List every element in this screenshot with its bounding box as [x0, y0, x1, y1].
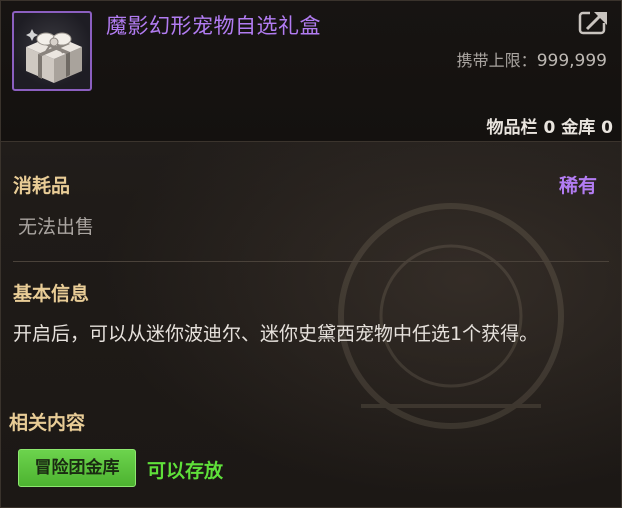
inventory-label: 物品栏	[486, 118, 538, 138]
background-decoration	[338, 203, 564, 429]
gift-box-icon	[12, 11, 92, 91]
share-icon[interactable]	[578, 9, 610, 35]
bank-count: 0	[601, 118, 613, 138]
storable-note: 可以存放	[147, 460, 224, 482]
rarity-label: 稀有	[558, 175, 597, 197]
category-type: 消耗品	[13, 175, 71, 197]
carry-limit: 携带上限：999,999	[457, 47, 607, 71]
carry-limit-label: 携带上限：	[456, 51, 537, 70]
related-content-title: 相关内容	[9, 412, 86, 434]
item-description: 开启后，可以从迷你波迪尔、迷你史黛西宠物中任选1个获得。	[13, 323, 539, 345]
item-name: 魔影幻形宠物自选礼盒	[106, 14, 321, 38]
adventure-bank-tag[interactable]: 冒险团金库	[18, 449, 136, 487]
inventory-count: 0	[543, 118, 556, 138]
tooltip-header: 魔影幻形宠物自选礼盒 携带上限：999,999 物品栏 0 金库 0	[1, 1, 621, 142]
item-tooltip: 魔影幻形宠物自选礼盒 携带上限：999,999 物品栏 0 金库 0 消耗品 稀…	[0, 0, 622, 508]
storage-counts: 物品栏 0 金库 0	[487, 113, 613, 138]
carry-limit-value: 999,999	[536, 51, 607, 71]
section-divider	[13, 261, 609, 262]
sell-status: 无法出售	[18, 216, 95, 238]
bank-label: 金库	[561, 118, 596, 138]
basic-info-title: 基本信息	[13, 283, 90, 305]
